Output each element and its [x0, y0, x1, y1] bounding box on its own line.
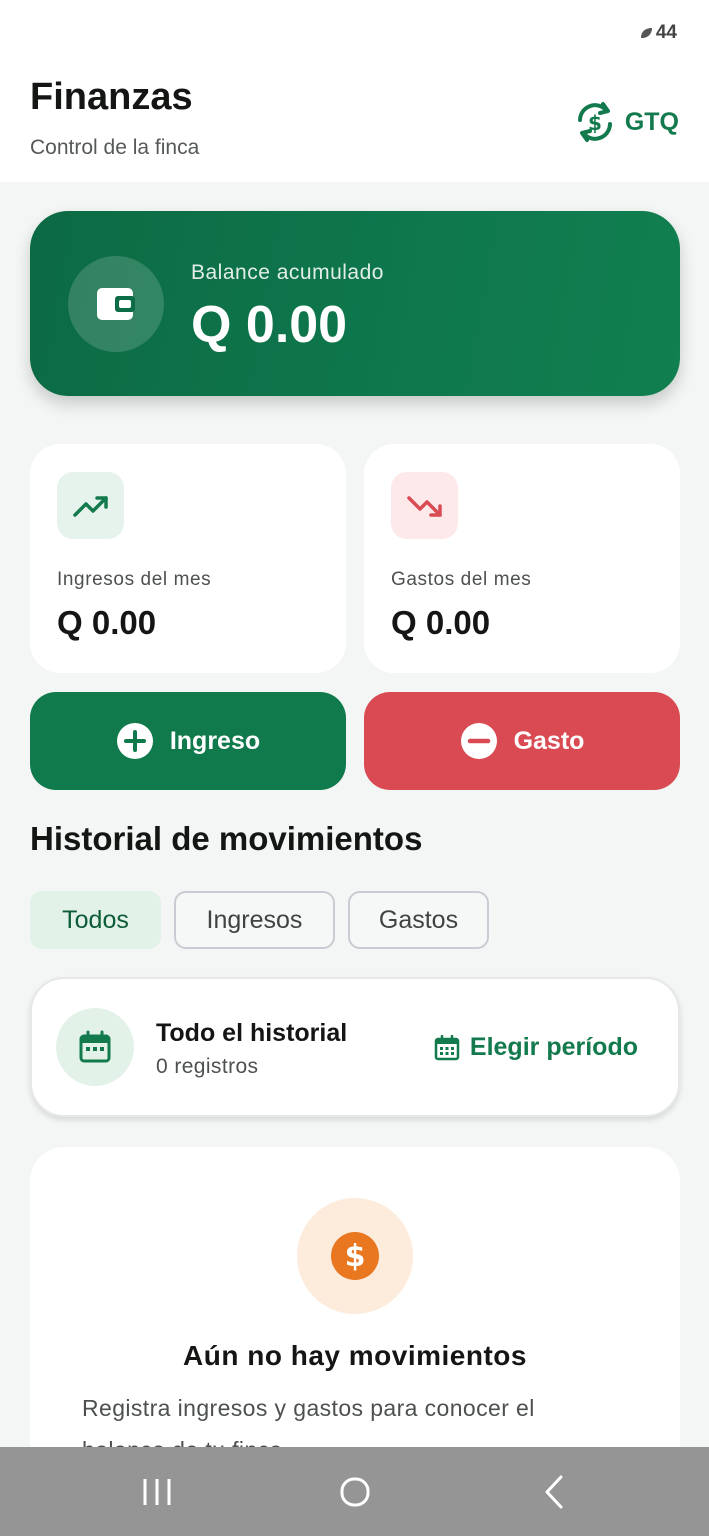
trending-up-icon: [72, 495, 108, 517]
choose-period-button[interactable]: Elegir período: [434, 1033, 638, 1062]
add-expense-label: Gasto: [513, 726, 585, 755]
expense-stat-icon-container: [391, 472, 458, 539]
expense-stat-card: Gastos del mes Q 0.00: [364, 444, 680, 673]
add-income-button[interactable]: Ingreso: [30, 692, 346, 790]
status-bar: 44: [0, 0, 709, 60]
calendar-small-icon: [434, 1034, 460, 1060]
app-header: Finanzas Control de la finca $ GTQ: [0, 60, 709, 182]
add-expense-button[interactable]: Gasto: [364, 692, 680, 790]
currency-button[interactable]: $ GTQ: [573, 100, 679, 144]
period-record-count: 0 registros: [156, 1055, 259, 1078]
minus-circle-icon: [460, 723, 497, 759]
recent-apps-icon: [143, 1479, 171, 1505]
plus-circle-icon: [116, 723, 153, 759]
income-stat-label: Ingresos del mes: [57, 569, 212, 590]
wallet-icon: [97, 288, 135, 320]
home-button[interactable]: [325, 1471, 385, 1513]
income-stat-card: Ingresos del mes Q 0.00: [30, 444, 346, 673]
expense-stat-label: Gastos del mes: [391, 569, 532, 590]
empty-icon-container: $: [297, 1198, 413, 1314]
leaf-icon: [640, 28, 652, 38]
page-title: Finanzas: [30, 76, 193, 118]
empty-state-title: Aún no hay movimientos: [183, 1340, 527, 1371]
system-navigation-bar: [0, 1447, 709, 1536]
svg-text:$: $: [345, 1239, 366, 1274]
status-signal-text: 44: [655, 22, 677, 43]
svg-text:$: $: [588, 111, 602, 135]
balance-value: Q 0.00: [191, 296, 348, 354]
history-section-title: Historial de movimientos: [30, 820, 423, 857]
page-subtitle: Control de la finca: [30, 136, 200, 159]
currency-exchange-icon: $: [577, 102, 612, 142]
currency-label: GTQ: [624, 107, 679, 136]
status-indicators: 44: [639, 22, 677, 44]
home-circle-icon: [340, 1477, 370, 1507]
expense-stat-value: Q 0.00: [391, 604, 491, 641]
income-stat-icon-container: [57, 472, 124, 539]
period-title: Todo el historial: [156, 1019, 348, 1047]
trending-down-icon: [406, 495, 442, 517]
balance-card: Balance acumulado Q 0.00: [30, 211, 680, 396]
recent-apps-button[interactable]: [127, 1471, 187, 1513]
add-income-label: Ingreso: [169, 726, 261, 755]
back-button[interactable]: [524, 1471, 584, 1513]
income-stat-value: Q 0.00: [57, 604, 157, 641]
dollar-coin-icon: $: [331, 1232, 379, 1280]
balance-icon-container: [68, 256, 164, 352]
period-icon-container: [56, 1008, 134, 1086]
filter-chip-ingresos[interactable]: Ingresos: [174, 891, 335, 949]
balance-label: Balance acumulado: [191, 261, 384, 284]
back-chevron-icon: [545, 1475, 563, 1509]
filter-chip-todos[interactable]: Todos: [30, 891, 161, 949]
period-card: Todo el historial 0 registros Elegir per…: [30, 977, 680, 1117]
calendar-icon: [79, 1030, 111, 1063]
filter-chip-gastos[interactable]: Gastos: [348, 891, 489, 949]
choose-period-label: Elegir período: [469, 1033, 638, 1061]
